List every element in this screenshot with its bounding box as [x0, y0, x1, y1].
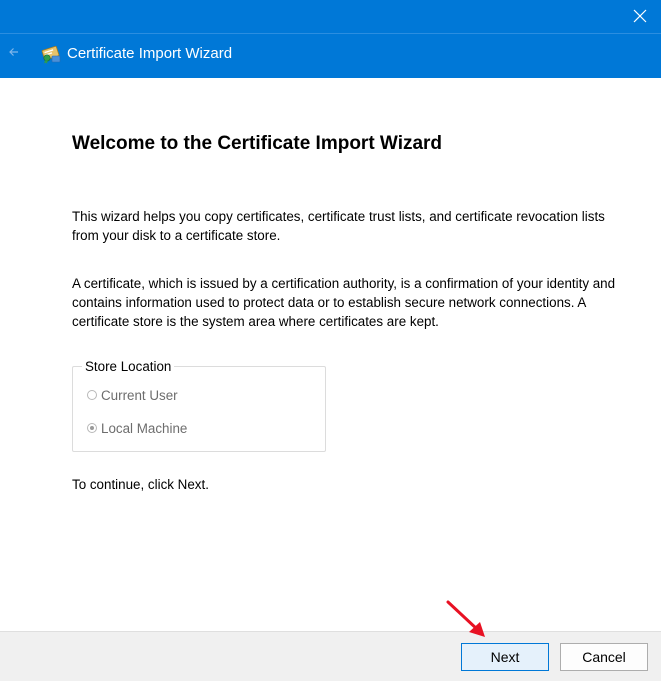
store-location-group	[72, 366, 326, 452]
current-user-radio[interactable]: Current User	[87, 387, 178, 403]
certificate-icon	[40, 42, 62, 64]
window-title: Certificate Import Wizard	[67, 45, 233, 62]
radio-unselected-icon	[87, 390, 97, 400]
description-paragraph: A certificate, which is issued by a cert…	[72, 276, 616, 329]
radio-selected-icon	[87, 423, 97, 433]
intro-paragraph: This wizard helps you copy certificates,…	[72, 209, 605, 243]
page-heading: Welcome to the Certificate Import Wizard	[72, 133, 443, 154]
back-arrow-icon	[9, 48, 18, 56]
next-button[interactable]: Next	[461, 643, 549, 671]
close-button[interactable]	[627, 4, 653, 28]
local-machine-radio[interactable]: Local Machine	[87, 420, 187, 436]
current-user-label: Current User	[101, 387, 178, 403]
red-arrow-pointer-icon	[446, 600, 485, 637]
title-bar-divider	[0, 33, 661, 34]
continue-instruction: To continue, click Next.	[72, 477, 209, 492]
cancel-button[interactable]: Cancel	[560, 643, 648, 671]
title-bar: Certificate Import Wizard	[0, 0, 661, 78]
store-location-label: Store Location	[82, 359, 175, 375]
local-machine-label: Local Machine	[101, 420, 188, 436]
close-icon	[633, 9, 647, 23]
back-button[interactable]	[6, 44, 22, 60]
